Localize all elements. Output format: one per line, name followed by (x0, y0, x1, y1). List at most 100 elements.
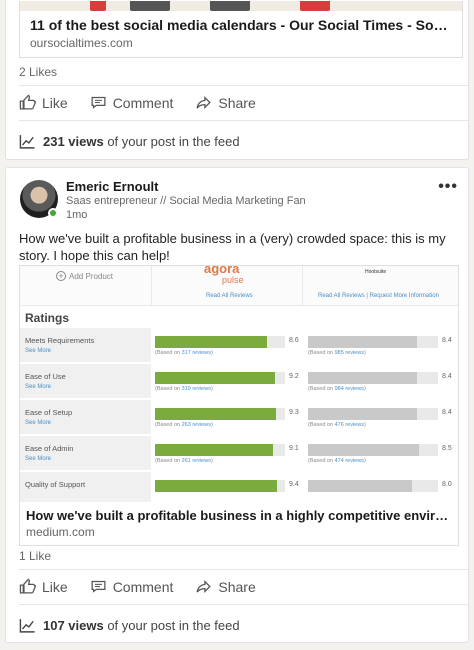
thumbs-up-icon (19, 94, 36, 110)
rating-row: Meets Requirements See More 8.6 (Based on 3… (20, 328, 458, 364)
views-suffix: of your post in the feed (103, 618, 240, 633)
based-on-reviews: (Based on 476 reviews) (308, 422, 366, 428)
rating-row: Ease of Use See More 9.2 (Based on 319 revi… (20, 364, 458, 400)
author-name[interactable]: Emeric Ernoult (66, 179, 158, 194)
link-title[interactable]: 11 of the best social media calendars - … (20, 11, 462, 33)
rating-bar (155, 336, 267, 348)
rating-score: 8.4 (442, 337, 452, 344)
rating-score: 9.2 (289, 373, 299, 380)
rating-bar-track (155, 336, 285, 348)
rating-bar-track (308, 444, 438, 456)
review-count-link: 319 reviews (181, 386, 211, 392)
rating-score: 9.1 (289, 445, 299, 452)
based-suffix: ) (363, 350, 366, 356)
share-button[interactable]: Share (195, 94, 256, 111)
ratings-title: Ratings (25, 311, 70, 325)
based-suffix: ) (210, 458, 213, 464)
share-button[interactable]: Share (195, 578, 256, 595)
read-all-reviews-link: Read All Reviews (206, 293, 253, 299)
analytics-icon (19, 135, 35, 149)
based-on-reviews: (Based on 984 reviews) (308, 386, 366, 392)
rating-category: Ease of Setup (25, 408, 73, 417)
rating-bar (155, 408, 276, 420)
divider (19, 604, 468, 605)
post-text: How we've built a profitable business in… (19, 231, 446, 263)
feed-post-card: 11 of the best social media calendars - … (5, 0, 469, 160)
like-button[interactable]: Like (19, 578, 68, 595)
rating-score: 8.5 (442, 445, 452, 452)
review-count-link: 474 reviews (334, 458, 364, 464)
review-count-link: 984 reviews (334, 386, 364, 392)
rating-category: Ease of Admin (25, 444, 74, 453)
share-icon (196, 580, 212, 593)
link-url: oursocialtimes.com (30, 36, 133, 50)
comment-button[interactable]: Comment (90, 578, 174, 595)
comment-label: Comment (112, 578, 174, 595)
rating-label-cell: Quality of Support (20, 472, 151, 502)
rating-category: Quality of Support (25, 480, 86, 489)
likes-count[interactable]: 2 Likes (19, 65, 57, 79)
social-actions: Like Comment Share (19, 578, 256, 595)
like-button[interactable]: Like (19, 94, 68, 111)
rating-label-cell: Ease of Use See More (20, 364, 151, 398)
rating-category: Ease of Use (25, 372, 66, 381)
article-title[interactable]: How we've built a profitable business in… (20, 502, 458, 523)
based-suffix: ) (363, 458, 366, 464)
rating-label-cell: Meets Requirements See More (20, 328, 151, 362)
rating-bar (155, 372, 275, 384)
likes-count[interactable]: 1 Like (19, 549, 51, 563)
rating-label-cell: Ease of Admin See More (20, 436, 151, 470)
rating-row: Ease of Admin See More 9.1 (Based on 261 re… (20, 436, 458, 472)
based-prefix: (Based on (155, 350, 182, 356)
rating-bar (308, 372, 418, 384)
rating-bar (308, 480, 412, 492)
rating-row: Quality of Support 9.4 8.0 (20, 472, 458, 502)
comment-icon (91, 96, 106, 109)
like-label: Like (42, 94, 68, 111)
rating-score: 8.4 (442, 373, 452, 380)
rating-bar-track (155, 444, 285, 456)
link-preview[interactable]: 11 of the best social media calendars - … (19, 1, 463, 58)
rating-label-cell: Ease of Setup See More (20, 400, 151, 434)
review-count-link: 261 reviews (181, 458, 211, 464)
based-prefix: (Based on (155, 422, 182, 428)
based-prefix: (Based on (308, 422, 335, 428)
ratings-header: + Add Product agora pulse Read All Revie… (20, 266, 458, 306)
review-count-link: 263 reviews (181, 422, 211, 428)
rating-bar (155, 444, 274, 456)
based-prefix: (Based on (155, 458, 182, 464)
read-all-reviews-link: Read All Reviews | Request More Informat… (318, 293, 439, 299)
rating-bar-track (155, 408, 285, 420)
post-views[interactable]: 231 views of your post in the feed (19, 133, 240, 150)
rating-bar-track (308, 408, 438, 420)
rating-bar-track (308, 372, 438, 384)
review-count-link: 985 reviews (334, 350, 364, 356)
hootsuite-logo: Hootsuite (365, 269, 387, 275)
divider (19, 569, 468, 570)
add-product-label: Add Product (69, 271, 114, 281)
based-prefix: (Based on (155, 386, 182, 392)
see-more-link: See More (25, 348, 52, 354)
rating-bar-track (308, 336, 438, 348)
online-status-indicator (48, 208, 58, 218)
post-views[interactable]: 107 views of your post in the feed (19, 617, 240, 634)
more-options-button[interactable]: ••• (438, 178, 458, 196)
rating-bar (308, 408, 418, 420)
rating-bar-track (155, 480, 285, 492)
agorapulse-logo-subtext: pulse (222, 275, 244, 285)
agorapulse-logo-text: agora (204, 266, 240, 276)
views-count: 107 views (43, 618, 104, 633)
share-label: Share (218, 94, 256, 111)
based-suffix: ) (210, 350, 213, 356)
comment-icon (91, 580, 106, 593)
ratings-comparison-image: + Add Product agora pulse Read All Revie… (20, 266, 458, 502)
comment-button[interactable]: Comment (90, 94, 174, 111)
review-count-link: 476 reviews (334, 422, 364, 428)
like-label: Like (42, 578, 68, 595)
based-prefix: (Based on (308, 458, 335, 464)
comment-label: Comment (112, 94, 174, 111)
thumbs-up-icon (19, 578, 36, 594)
rating-score: 8.4 (442, 409, 452, 416)
see-more-link: See More (25, 456, 52, 462)
article-preview[interactable]: + Add Product agora pulse Read All Revie… (19, 265, 459, 546)
